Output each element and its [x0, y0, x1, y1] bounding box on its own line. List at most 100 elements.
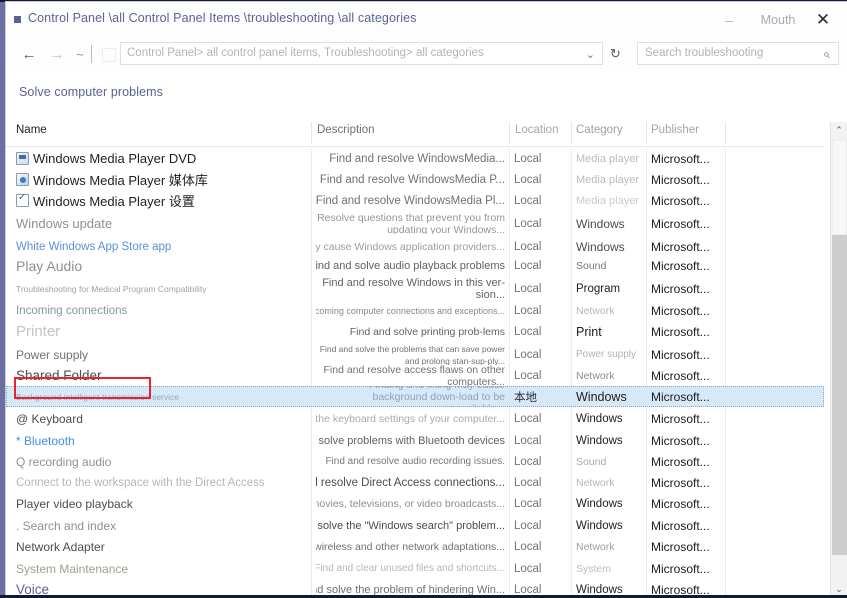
- row-publisher-cell: Microsoft...: [651, 515, 731, 536]
- row-description-cell: Find and resolve wireless and other netw…: [316, 536, 509, 557]
- row-name-cell: Q recording audio: [16, 451, 312, 472]
- row-category-text: Network: [576, 304, 615, 317]
- address-bar-text: Control Panel> all control panel items, …: [127, 47, 484, 59]
- row-category-text: Windows: [576, 216, 625, 231]
- table-row[interactable]: Power supply Find and solve the problems …: [6, 344, 824, 365]
- table-row[interactable]: Troubleshooting for Medical Program Comp…: [6, 278, 824, 299]
- column-divider[interactable]: [646, 122, 647, 144]
- row-description-text: Find and solve printing prob-lems: [349, 325, 505, 338]
- row-description-text: Find and resolve Windows in this ver-sio…: [322, 278, 505, 299]
- row-location-cell: Local: [514, 321, 576, 342]
- table-row[interactable]: Windows Media Player 设置 Find and resolve …: [6, 190, 824, 211]
- table-row[interactable]: Shared Folder Find and resolve access fla…: [6, 365, 824, 386]
- row-location-text: Local: [514, 412, 542, 425]
- table-row[interactable]: Incoming connections Find and resolve inc…: [6, 300, 824, 321]
- row-description-cell: Find and resolve Direct Access connectio…: [316, 472, 509, 493]
- close-button[interactable]: ✕: [805, 2, 841, 37]
- row-category-text: Program: [576, 282, 621, 295]
- row-name-text: Troubleshooting for Medical Program Comp…: [16, 283, 207, 294]
- row-category-cell: Network: [576, 472, 648, 493]
- row-description-cell: Find and resolve WindowsMedia Pl...: [316, 190, 509, 211]
- forward-icon[interactable]: →: [46, 43, 68, 65]
- search-icon[interactable]: ⌕: [823, 47, 830, 62]
- row-location-text: 本地: [514, 391, 537, 404]
- row-location-text: Local: [514, 519, 542, 532]
- row-description-text: Find and resolve wireless and other netw…: [316, 540, 505, 553]
- row-name-text: Windows Media Player DVD: [33, 151, 197, 166]
- title-bar: Control Panel \all Control Panel Items \…: [6, 2, 847, 37]
- table-row[interactable]: White Windows App Store app The solution …: [6, 236, 824, 257]
- row-location-cell: Local: [514, 515, 576, 536]
- refresh-icon[interactable]: ↻: [610, 46, 621, 62]
- row-category-text: System: [576, 562, 612, 575]
- row-name-text: @ Keyboard: [16, 411, 83, 426]
- row-name-text: Network Adapter: [16, 539, 105, 554]
- row-category-text: Media player: [576, 152, 639, 165]
- row-publisher-text: Microsoft...: [651, 193, 710, 208]
- chevron-down-icon[interactable]: ⌄: [586, 48, 595, 61]
- row-category-text: Windows: [576, 412, 623, 425]
- row-publisher-text: Microsoft...: [651, 347, 710, 362]
- column-divider[interactable]: [571, 122, 572, 144]
- table-row[interactable]: Q recording audio Find and resolve audio …: [6, 451, 824, 472]
- table-row[interactable]: Play Audio Find and solve audio playback …: [6, 255, 824, 276]
- table-row[interactable]: Printer Find and solve printing prob-lems…: [6, 321, 824, 342]
- search-placeholder: Search troubleshooting: [645, 47, 764, 59]
- table-row[interactable]: Connect to the workspace with the Direct…: [6, 472, 824, 493]
- row-category-cell: Windows: [576, 493, 648, 514]
- row-publisher-cell: Microsoft...: [651, 169, 731, 190]
- row-description-text: Find and resolve access flaws on other c…: [323, 365, 505, 386]
- table-row[interactable]: * Bluetooth Find and solve problems with …: [6, 430, 824, 451]
- table-row[interactable]: Network Adapter Find and resolve wireless…: [6, 536, 824, 557]
- back-icon[interactable]: ←: [18, 43, 40, 65]
- column-divider[interactable]: [509, 122, 510, 144]
- column-header-location[interactable]: Location: [515, 124, 558, 136]
- minimize-button[interactable]: –: [707, 2, 751, 37]
- row-location-cell: Local: [514, 278, 576, 299]
- troubleshooting-list[interactable]: Windows Media Player DVD Find and resolve…: [6, 148, 824, 597]
- table-row[interactable]: Windows Media Player 媒体库 Find and resolve…: [6, 169, 824, 190]
- row-category-cell: Network: [576, 300, 648, 321]
- row-location-text: Local: [514, 194, 542, 207]
- scroll-up-icon[interactable]: ⌃: [831, 122, 847, 139]
- table-row[interactable]: @ Keyboard Find and fix the keyboard sett…: [6, 408, 824, 429]
- title-bar-left: Control Panel \all Control Panel Items \…: [14, 11, 417, 25]
- row-name-text: Windows Media Player 媒体库: [33, 173, 208, 188]
- row-location-text: Local: [514, 259, 542, 272]
- scrollbar-thumb[interactable]: [832, 140, 847, 235]
- table-row[interactable]: System Maintenance Find and clear unused …: [6, 558, 824, 579]
- scrollbar-track[interactable]: [832, 235, 847, 555]
- row-name-cell: Windows Media Player 设置: [16, 190, 312, 211]
- column-divider[interactable]: [311, 122, 312, 144]
- table-row[interactable]: Windows update Resolve questions that pre…: [6, 213, 824, 234]
- row-publisher-cell: Microsoft...: [651, 558, 731, 579]
- search-input[interactable]: Search troubleshooting ⌕: [637, 42, 839, 65]
- column-header-description[interactable]: Description: [317, 124, 375, 136]
- row-description-cell: Find and resolve Windows in this ver-sio…: [316, 278, 509, 299]
- column-divider[interactable]: [725, 122, 726, 144]
- control-panel-window: Control Panel \all Control Panel Items \…: [6, 2, 847, 598]
- maximize-button[interactable]: Mouth: [751, 2, 805, 37]
- row-location-cell: Local: [514, 213, 576, 234]
- up-icon[interactable]: ~: [69, 43, 91, 65]
- row-name-text: Player video playback: [16, 496, 133, 511]
- column-header-name[interactable]: Name: [16, 124, 47, 136]
- table-row[interactable]: Windows Media Player DVD Find and resolve…: [6, 148, 824, 169]
- vertical-scrollbar[interactable]: ⌃ ⌄: [830, 122, 847, 598]
- address-bar[interactable]: Control Panel> all control panel items, …: [120, 42, 603, 65]
- row-location-cell: Local: [514, 408, 576, 429]
- row-name-text: Connect to the workspace with the Direct…: [16, 476, 265, 489]
- row-name-text: Q recording audio: [16, 454, 112, 469]
- table-row[interactable]: Background intelligent transmission serv…: [6, 386, 824, 407]
- row-name-cell: . Search and index: [16, 515, 312, 536]
- column-header-publisher[interactable]: Publisher: [651, 124, 699, 136]
- solve-computer-problems-link[interactable]: Solve computer problems: [19, 85, 163, 99]
- row-location-cell: Local: [514, 344, 576, 365]
- row-description-cell: Find and solve the "Windows search" prob…: [316, 515, 509, 536]
- table-row[interactable]: . Search and index Find and solve the "Wi…: [6, 515, 824, 536]
- row-location-text: Local: [514, 304, 542, 317]
- row-name-text: Background intelligent transmission serv…: [16, 391, 179, 402]
- table-row[interactable]: Player video playback Find and fix movies…: [6, 493, 824, 514]
- row-publisher-cell: Microsoft...: [651, 190, 731, 211]
- column-header-category[interactable]: Category: [576, 124, 623, 136]
